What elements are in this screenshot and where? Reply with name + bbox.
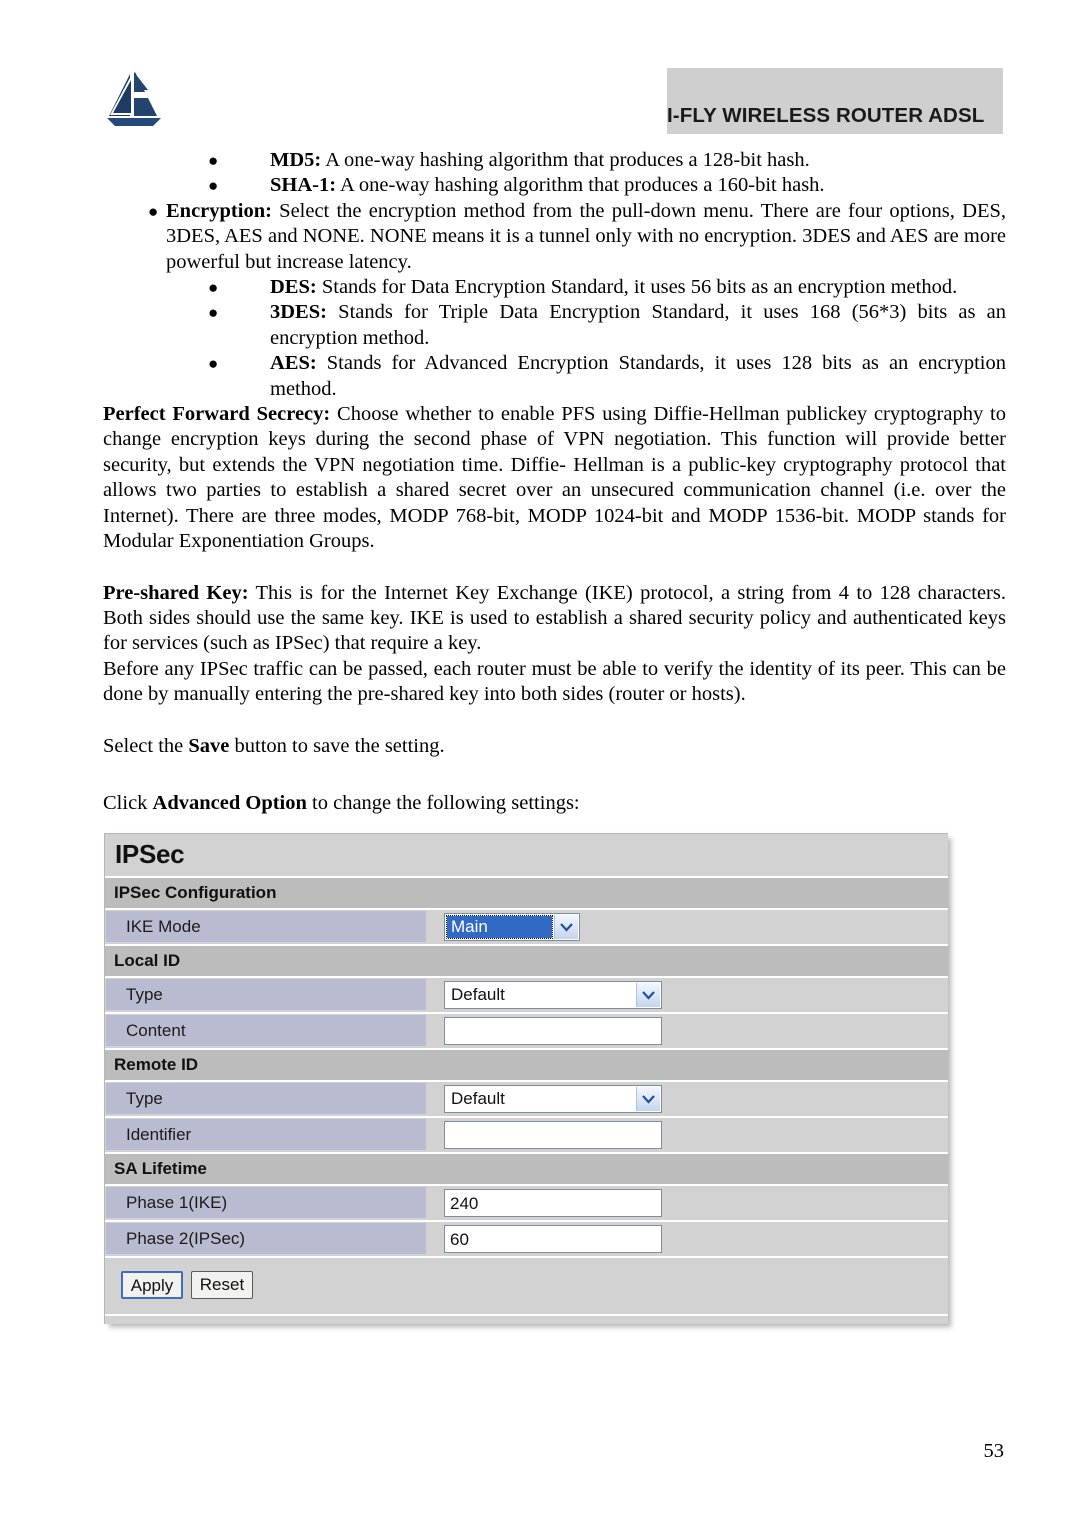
advanced-line-term: Advanced Option — [152, 791, 307, 814]
list-item-term: SHA-1: — [270, 174, 337, 197]
field-row-local-content: Content — [105, 1014, 948, 1050]
section-header-label: IPSec Configuration — [114, 883, 277, 902]
list-item-text: Select the encryption method from the pu… — [166, 199, 1006, 273]
ike-mode-value: Main — [451, 917, 488, 936]
control-local-content[interactable] — [444, 1017, 662, 1045]
panel-button-row: Apply Reset — [105, 1258, 948, 1316]
control-remote-type[interactable]: Default — [444, 1085, 662, 1113]
panel-title-bar: IPSec — [105, 834, 948, 878]
control-ike-mode[interactable]: Main — [444, 913, 580, 941]
local-content-input[interactable] — [444, 1017, 662, 1045]
line-save-instruction: Select the Save button to save the setti… — [103, 734, 1006, 759]
line-advanced-option: Click Advanced Option to change the foll… — [103, 791, 1006, 816]
save-line-term: Save — [188, 734, 230, 757]
page-title: IPSec — [115, 839, 185, 869]
ipsec-configuration-panel: IPSec IPSec Configuration IKE Mode Main … — [104, 833, 948, 1324]
field-row-remote-identifier: Identifier — [105, 1118, 948, 1154]
paragraph-psk-2: Before any IPSec traffic can be passed, … — [103, 657, 1006, 706]
list-item: ● SHA-1: A one-way hashing algorithm tha… — [103, 173, 1006, 198]
list-item-text: Stands for Advanced Encryption Standards… — [270, 352, 1006, 400]
label-local-content: Content — [106, 1015, 426, 1047]
paragraph-psk: Pre-shared Key: This is for the Internet… — [103, 581, 1006, 657]
list-item-text: A one-way hashing algorithm that produce… — [336, 174, 825, 197]
paragraph-text: Choose whether to enable PFS using Diffi… — [103, 403, 1006, 553]
list-item: ● AES: Stands for Advanced Encryption St… — [103, 351, 1006, 402]
section-header-label: Local ID — [114, 951, 181, 970]
remote-identifier-input[interactable] — [444, 1121, 662, 1149]
section-header-label: Remote ID — [114, 1055, 199, 1074]
ike-mode-select[interactable]: Main — [444, 913, 580, 941]
list-item-term: 3DES: — [270, 301, 327, 324]
remote-type-select[interactable]: Default — [444, 1085, 662, 1113]
list-item-term: DES: — [270, 276, 317, 299]
remote-type-value: Default — [451, 1089, 505, 1108]
save-line-post: button to save the setting. — [229, 734, 445, 757]
control-remote-identifier[interactable] — [444, 1121, 662, 1149]
list-item-term: MD5: — [270, 149, 322, 171]
bullet-dot-icon: ● — [148, 201, 159, 221]
list-item-term: AES: — [270, 352, 317, 375]
field-row-local-type: Type Default — [105, 978, 948, 1014]
chevron-down-icon[interactable] — [636, 983, 660, 1007]
advanced-line-pre: Click — [103, 791, 153, 814]
paragraph-term: Perfect Forward Secrecy: — [103, 403, 331, 426]
list-item-encryption: ● Encryption: Select the encryption meth… — [103, 199, 1006, 275]
control-phase2[interactable]: 60 — [444, 1225, 662, 1253]
field-row-ike-mode: IKE Mode Main — [105, 910, 948, 946]
list-item-term: Encryption: — [166, 199, 272, 222]
header-banner: I-FLY WIRELESS ROUTER ADSL — [667, 68, 1003, 134]
page-header: I-FLY WIRELESS ROUTER ADSL — [0, 0, 1080, 140]
phase1-input[interactable]: 240 — [444, 1189, 662, 1217]
document-body: ● MD5: A one-way hashing algorithm that … — [103, 148, 1006, 816]
phase2-value: 60 — [450, 1230, 469, 1249]
save-line-pre: Select the — [103, 734, 189, 757]
control-phase1[interactable]: 240 — [444, 1189, 662, 1217]
bullet-dot-icon: ● — [208, 303, 219, 323]
bullet-dot-icon: ● — [208, 176, 219, 196]
bullet-dot-icon: ● — [208, 354, 219, 374]
list-item-text: Stands for Triple Data Encryption Standa… — [270, 301, 1006, 349]
panel-footer — [105, 1316, 948, 1324]
paragraph-pfs: Perfect Forward Secrecy: Choose whether … — [103, 402, 1006, 554]
reset-button[interactable]: Reset — [191, 1271, 253, 1299]
phase1-value: 240 — [450, 1194, 479, 1213]
field-row-phase2: Phase 2(IPSec) 60 — [105, 1222, 948, 1258]
field-row-phase1: Phase 1(IKE) 240 — [105, 1186, 948, 1222]
apply-button[interactable]: Apply — [121, 1271, 183, 1299]
header-banner-title: I-FLY WIRELESS ROUTER ADSL — [667, 104, 985, 127]
bullet-dot-icon: ● — [208, 151, 219, 170]
section-header-label: SA Lifetime — [114, 1159, 207, 1178]
section-header-local-id: Local ID — [105, 946, 948, 978]
atlantis-land-logo-icon — [103, 66, 165, 130]
paragraph-term: Pre-shared Key: — [103, 581, 249, 604]
bullet-dot-icon: ● — [208, 278, 219, 298]
label-phase2: Phase 2(IPSec) — [106, 1223, 426, 1255]
label-local-type: Type — [106, 979, 426, 1011]
local-type-value: Default — [451, 985, 505, 1004]
section-header-ipsec-configuration: IPSec Configuration — [105, 878, 948, 910]
chevron-down-icon[interactable] — [554, 915, 578, 939]
list-item: ● MD5: A one-way hashing algorithm that … — [103, 148, 1006, 173]
list-item-text: A one-way hashing algorithm that produce… — [321, 149, 810, 171]
section-header-remote-id: Remote ID — [105, 1050, 948, 1082]
field-row-remote-type: Type Default — [105, 1082, 948, 1118]
list-item: ● DES: Stands for Data Encryption Standa… — [103, 275, 1006, 300]
label-remote-type: Type — [106, 1083, 426, 1115]
page-number: 53 — [983, 1440, 1005, 1462]
list-item: ● 3DES: Stands for Triple Data Encryptio… — [103, 300, 1006, 351]
label-ike-mode: IKE Mode — [106, 911, 426, 943]
label-remote-identifier: Identifier — [106, 1119, 426, 1151]
list-item-text: Stands for Data Encryption Standard, it … — [316, 276, 958, 299]
local-type-select[interactable]: Default — [444, 981, 662, 1009]
label-phase1: Phase 1(IKE) — [106, 1187, 426, 1219]
control-local-type[interactable]: Default — [444, 981, 662, 1009]
chevron-down-icon[interactable] — [636, 1087, 660, 1111]
section-header-sa-lifetime: SA Lifetime — [105, 1154, 948, 1186]
phase2-input[interactable]: 60 — [444, 1225, 662, 1253]
advanced-line-post: to change the following settings: — [306, 791, 580, 814]
